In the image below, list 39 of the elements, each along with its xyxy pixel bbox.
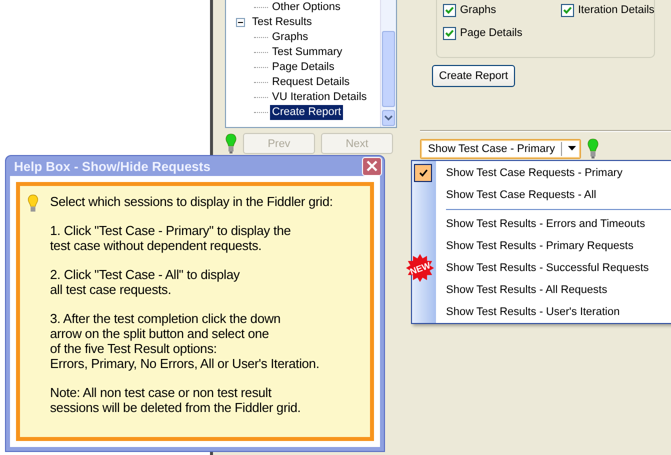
tree-item[interactable]: Request Details bbox=[270, 75, 352, 90]
window-title: Help Box - Show/Hide Requests bbox=[14, 158, 210, 174]
checkbox-label: Page Details bbox=[460, 26, 522, 40]
close-icon bbox=[366, 160, 378, 172]
scrollbar[interactable] bbox=[380, 0, 396, 127]
menu-item[interactable]: Show Test Case Requests - Primary bbox=[446, 167, 622, 179]
lightbulb-icon bbox=[26, 194, 40, 214]
help-text: Note: All non test case or non test result sessions will be deleted from the Fiddler grid. bbox=[50, 385, 302, 415]
help-text: Select which sessions to display in the Fiddler grid: bbox=[50, 194, 334, 209]
help-text: 1. Click "Test Case - Primary" to display the test case without dependent requests. bbox=[50, 223, 292, 253]
menu-item[interactable]: Show Test Case Requests - All bbox=[446, 189, 596, 201]
menu-item[interactable]: Show Test Results - User's Iteration bbox=[446, 306, 620, 318]
checkbox[interactable] bbox=[443, 26, 456, 40]
caret-icon bbox=[568, 146, 576, 151]
menu-item[interactable]: Show Test Results - Errors and Timeouts bbox=[446, 218, 646, 230]
checkbox[interactable] bbox=[443, 4, 456, 16]
close-button[interactable] bbox=[362, 156, 382, 176]
tree-item[interactable]: Other Options bbox=[270, 0, 342, 15]
new-badge: NEW bbox=[405, 254, 435, 282]
tree-item[interactable]: Test Summary bbox=[270, 45, 344, 60]
lightbulb-icon bbox=[225, 133, 237, 154]
tree-item[interactable]: Test Results bbox=[250, 15, 314, 30]
help-text: 2. Click "Test Case - All" to display all test case requests. bbox=[50, 267, 241, 297]
tree-item[interactable]: Page Details bbox=[270, 60, 336, 75]
menu-item[interactable]: Show Test Results - All Requests bbox=[446, 284, 608, 296]
checkbox-label: Graphs bbox=[460, 3, 496, 17]
menu-item[interactable]: Show Test Results - Successful Requests bbox=[446, 262, 649, 274]
split-button[interactable]: Show Test Case - Primary bbox=[420, 138, 581, 158]
chevron-down-icon bbox=[384, 115, 393, 121]
create-report-button[interactable]: Create Report bbox=[432, 65, 516, 87]
tree-item[interactable]: Create Report bbox=[270, 105, 344, 120]
lightbulb-icon bbox=[586, 138, 599, 159]
tree-item[interactable]: VU Iteration Details bbox=[270, 90, 369, 105]
checkbox[interactable] bbox=[561, 4, 574, 16]
checkbox-label: Iteration Details bbox=[578, 3, 654, 17]
tree-item[interactable]: Graphs bbox=[270, 30, 310, 45]
menu-item[interactable]: Show Test Results - Primary Requests bbox=[446, 240, 634, 252]
collapse-icon[interactable] bbox=[236, 18, 245, 27]
help-text: 3. After the test completion click the down arrow on the split button and select one of the five Test Result options: Errors, Primary, No Errors, All or User's Iteration. bbox=[50, 311, 320, 371]
